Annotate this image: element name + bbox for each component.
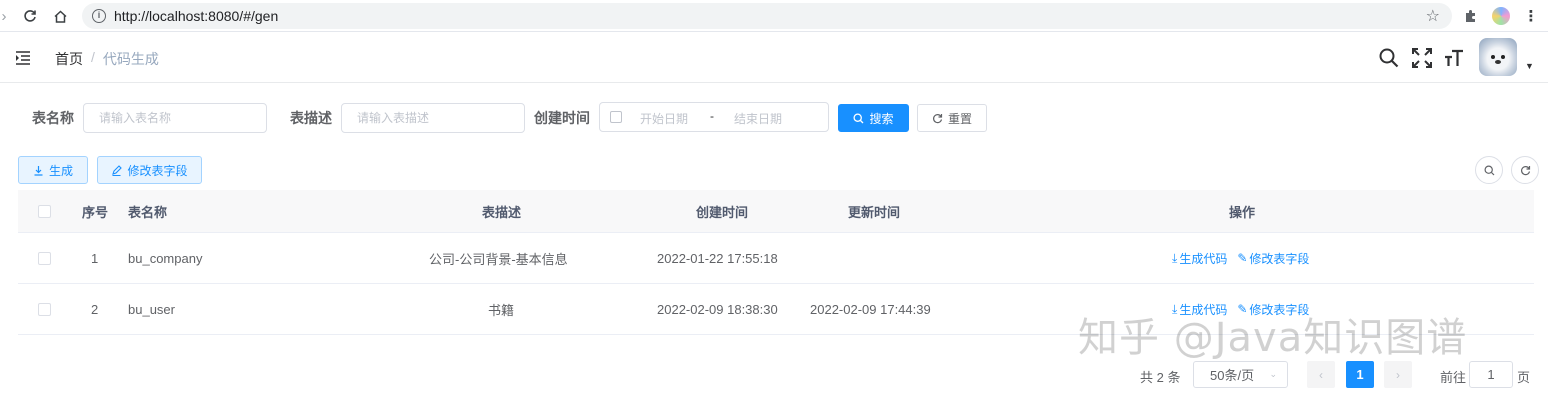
edit-icon xyxy=(112,164,123,176)
edit-fields-link[interactable]: ✎ 修改表字段 xyxy=(1237,250,1309,267)
generate-button-label: 生成 xyxy=(48,163,73,178)
toggle-search-button[interactable] xyxy=(1475,156,1503,184)
generate-button[interactable]: 生成 xyxy=(18,156,88,184)
avatar[interactable] xyxy=(1479,38,1517,76)
row-table-name: bu_company xyxy=(128,250,203,266)
chevron-right-icon: › xyxy=(1396,367,1400,382)
info-icon[interactable]: i xyxy=(92,9,106,23)
extensions-icon[interactable] xyxy=(1460,6,1480,26)
goto-page-input[interactable]: 1 xyxy=(1469,361,1513,388)
table-desc-label: 表描述 xyxy=(290,110,332,126)
date-separator: - xyxy=(710,109,714,123)
column-header-table-name: 表名称 xyxy=(128,204,168,220)
reset-button-label: 重置 xyxy=(947,111,972,126)
reload-icon[interactable] xyxy=(20,6,40,26)
row-update-time: 2022-02-09 17:44:39 xyxy=(810,301,931,317)
breadcrumb-current: 代码生成 xyxy=(102,51,159,67)
refresh-icon xyxy=(933,113,943,123)
column-header-index: 序号 xyxy=(82,204,109,220)
caret-down-icon[interactable]: ▼ xyxy=(1525,61,1534,71)
page-size-select[interactable]: 50条/页 ⌄ xyxy=(1193,361,1288,388)
page-number-button[interactable]: 1 xyxy=(1346,361,1374,388)
page-size-value: 50条/页 xyxy=(1210,368,1255,383)
row-create-time: 2022-01-22 17:55:18 xyxy=(657,250,778,266)
goto-label: 前往 xyxy=(1440,370,1467,385)
breadcrumb-separator: / xyxy=(91,49,95,65)
search-button-label: 搜索 xyxy=(869,111,894,126)
search-icon xyxy=(1483,164,1494,175)
row-create-time: 2022-02-09 18:38:30 xyxy=(657,301,778,317)
row-index: 2 xyxy=(91,301,99,317)
search-icon xyxy=(853,112,864,123)
watermark: 知乎 @Java知识图谱 xyxy=(1078,315,1468,361)
download-icon: ⤓ xyxy=(1172,250,1178,265)
search-button[interactable]: 搜索 xyxy=(838,104,909,132)
edit-icon: ✎ xyxy=(1237,251,1248,265)
profile-icon[interactable] xyxy=(1491,6,1511,26)
chevron-left-icon: ‹ xyxy=(1319,367,1323,382)
generate-code-link[interactable]: ⤓ 生成代码 xyxy=(1172,250,1227,267)
address-bar[interactable]: i http://localhost:8080/#/gen ☆ xyxy=(82,3,1452,29)
hamburger-icon[interactable] xyxy=(15,50,31,66)
edit-fields-button-label: 修改表字段 xyxy=(127,163,188,178)
select-all-checkbox[interactable] xyxy=(38,190,51,232)
page-suffix-label: 页 xyxy=(1517,370,1531,385)
font-size-icon[interactable] xyxy=(1443,47,1465,69)
breadcrumb: 首页 / 代码生成 xyxy=(55,49,159,69)
search-icon[interactable] xyxy=(1378,47,1400,69)
browser-toolbar: › i http://localhost:8080/#/gen ☆ ⋮ xyxy=(0,0,1548,32)
end-date-input[interactable]: 结束日期 xyxy=(734,110,782,127)
row-index: 1 xyxy=(91,250,99,266)
row-description: 公司-公司背景-基本信息 xyxy=(429,251,568,267)
create-time-label: 创建时间 xyxy=(534,110,590,126)
row-checkbox[interactable] xyxy=(38,284,51,334)
table-row: 1 bu_company 公司-公司背景-基本信息 2022-01-22 17:… xyxy=(18,233,1534,284)
chevron-down-icon: ⌄ xyxy=(1269,369,1277,379)
forward-icon[interactable]: › xyxy=(0,6,14,26)
table-desc-input[interactable]: 请输入表描述 xyxy=(341,103,525,133)
menu-dots-icon[interactable]: ⋮ xyxy=(1521,6,1541,26)
start-date-input[interactable]: 开始日期 xyxy=(640,110,688,127)
row-description: 书籍 xyxy=(488,302,515,318)
reset-button[interactable]: 重置 xyxy=(917,104,987,132)
row-operations: ⤓ 生成代码 ✎ 修改表字段 xyxy=(1172,233,1309,283)
row-checkbox[interactable] xyxy=(38,233,51,283)
refresh-table-button[interactable] xyxy=(1511,156,1539,184)
star-icon[interactable]: ☆ xyxy=(1426,6,1440,26)
table-name-input[interactable]: 请输入表名称 xyxy=(83,103,267,133)
column-header-description: 表描述 xyxy=(482,204,522,220)
app-navbar: 首页 / 代码生成 ▼ xyxy=(0,33,1548,83)
home-icon[interactable] xyxy=(50,6,70,26)
calendar-icon xyxy=(610,111,622,123)
column-header-create-time: 创建时间 xyxy=(696,204,749,220)
next-page-button[interactable]: › xyxy=(1384,361,1412,388)
date-range-picker[interactable]: 开始日期 - 结束日期 xyxy=(599,102,829,132)
download-icon xyxy=(34,165,43,176)
refresh-icon xyxy=(1520,165,1530,175)
edit-fields-label: 修改表字段 xyxy=(1249,251,1310,266)
pagination-total: 共 2 条 xyxy=(1140,370,1181,385)
generate-code-label: 生成代码 xyxy=(1179,251,1228,266)
table-name-label: 表名称 xyxy=(32,110,74,126)
table-header: 序号 表名称 表描述 创建时间 更新时间 操作 xyxy=(18,190,1534,233)
url-text: http://localhost:8080/#/gen xyxy=(114,8,279,24)
column-header-operation: 操作 xyxy=(1229,204,1256,220)
fullscreen-icon[interactable] xyxy=(1411,47,1433,69)
column-header-update-time: 更新时间 xyxy=(848,204,901,220)
edit-fields-button[interactable]: 修改表字段 xyxy=(97,156,202,184)
prev-page-button[interactable]: ‹ xyxy=(1307,361,1335,388)
breadcrumb-home[interactable]: 首页 xyxy=(55,49,83,69)
row-table-name: bu_user xyxy=(128,301,175,317)
